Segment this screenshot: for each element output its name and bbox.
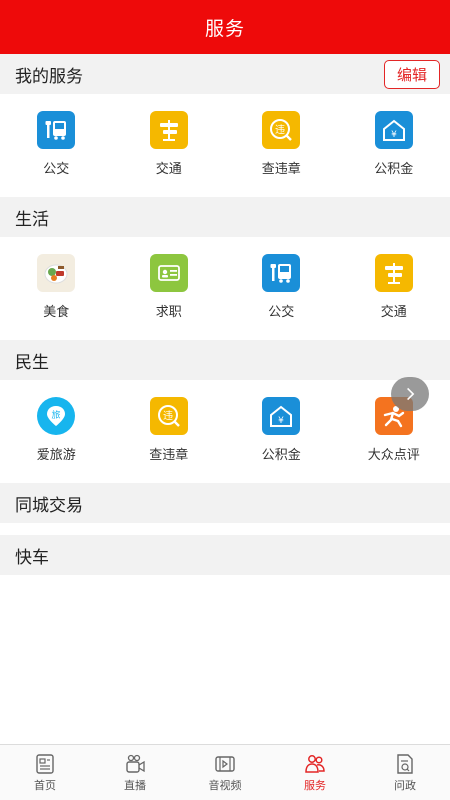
service-item-traffic[interactable]: 交通 [338,254,450,320]
inquiry-doc-icon [397,753,413,774]
road-sign-icon [374,254,413,292]
section-title: 快车 [15,547,49,568]
section-header-express[interactable]: 快车 [0,535,450,575]
violation-icon: 违 [149,397,188,435]
page-title: 服务 [204,17,245,40]
top-bar: 服务 [0,0,450,54]
tab-services[interactable]: 服务 [270,745,360,800]
service-label: 交通 [380,305,407,320]
home-doc-icon [36,753,54,774]
service-label: 查违章 [261,162,301,177]
service-item-housing-fund[interactable]: ¥ 公积金 [225,397,338,463]
tab-label: 问政 [394,778,416,792]
tab-home[interactable]: 首页 [0,745,90,800]
svg-text:违: 违 [163,410,173,422]
section-title: 同城交易 [15,495,83,516]
service-label: 公积金 [261,448,301,463]
service-item-dianping[interactable]: 大众点评 [338,397,450,463]
my-services-grid: 公交 交通 违 查违章 ¥ 公积金 [0,94,450,197]
job-card-icon [149,254,188,292]
service-item-bus[interactable]: 公交 [0,111,113,177]
chevron-right-icon [407,387,415,401]
section-title: 生活 [15,209,49,230]
service-item-traffic[interactable]: 交通 [113,111,226,177]
service-label: 查违章 [149,448,189,463]
section-gap [0,523,450,535]
empty-area [0,586,450,744]
service-item-food[interactable]: 美食 [0,254,113,320]
svg-text:¥: ¥ [278,416,284,426]
svg-text:¥: ¥ [391,130,397,140]
road-sign-icon [149,111,188,149]
section-header-my-services: 我的服务 编辑 [0,54,450,94]
service-people-icon [305,754,325,773]
life-grid: 美食 求职 公交 交通 [0,237,450,340]
housing-fund-icon: ¥ [374,111,413,149]
tab-inquiry[interactable]: 问政 [360,745,450,800]
service-item-violation[interactable]: 违 查违章 [225,111,338,177]
service-item-travel[interactable]: 旅 爱旅游 [0,397,113,463]
service-item-violation[interactable]: 违 查违章 [113,397,226,463]
service-label: 大众点评 [367,448,420,463]
tab-label: 服务 [304,778,326,792]
svg-text:旅: 旅 [52,409,61,421]
service-label: 公交 [43,162,70,177]
tab-label: 直播 [124,778,146,792]
tab-label: 首页 [34,778,56,792]
section-header-local-trade[interactable]: 同城交易 [0,483,450,523]
service-item-job[interactable]: 求职 [113,254,226,320]
edit-button[interactable]: 编辑 [383,59,440,89]
bottom-tab-bar: 首页 直播 音视频 服务 问政 [0,744,450,800]
service-label: 交通 [155,162,182,177]
section-header-life: 生活 [0,197,450,237]
section-title: 民生 [15,352,49,373]
service-label: 公积金 [374,162,414,177]
section-header-livelihood: 民生 [0,340,450,380]
livelihood-grid: 旅 爱旅游 违 查违章 ¥ 公积金 大众点评 [0,377,450,483]
tab-video[interactable]: 音视频 [180,745,270,800]
tab-label: 音视频 [208,778,242,792]
food-icon [37,254,76,292]
bus-icon [37,111,76,149]
service-label: 美食 [43,305,70,320]
violation-icon: 违 [262,111,301,149]
service-label: 公交 [268,305,295,320]
bus-icon [262,254,301,292]
service-label: 求职 [155,305,182,320]
tab-live[interactable]: 直播 [90,745,180,800]
service-label: 爱旅游 [36,448,76,463]
svg-text:违: 违 [275,124,285,136]
next-page-arrow[interactable] [391,377,429,411]
service-item-housing-fund[interactable]: ¥ 公积金 [338,111,450,177]
housing-fund-icon: ¥ [262,397,301,435]
live-camera-icon [126,754,145,773]
video-icon [215,755,235,772]
travel-icon: 旅 [37,397,76,435]
section-title: 我的服务 [15,66,83,87]
service-item-bus[interactable]: 公交 [225,254,338,320]
